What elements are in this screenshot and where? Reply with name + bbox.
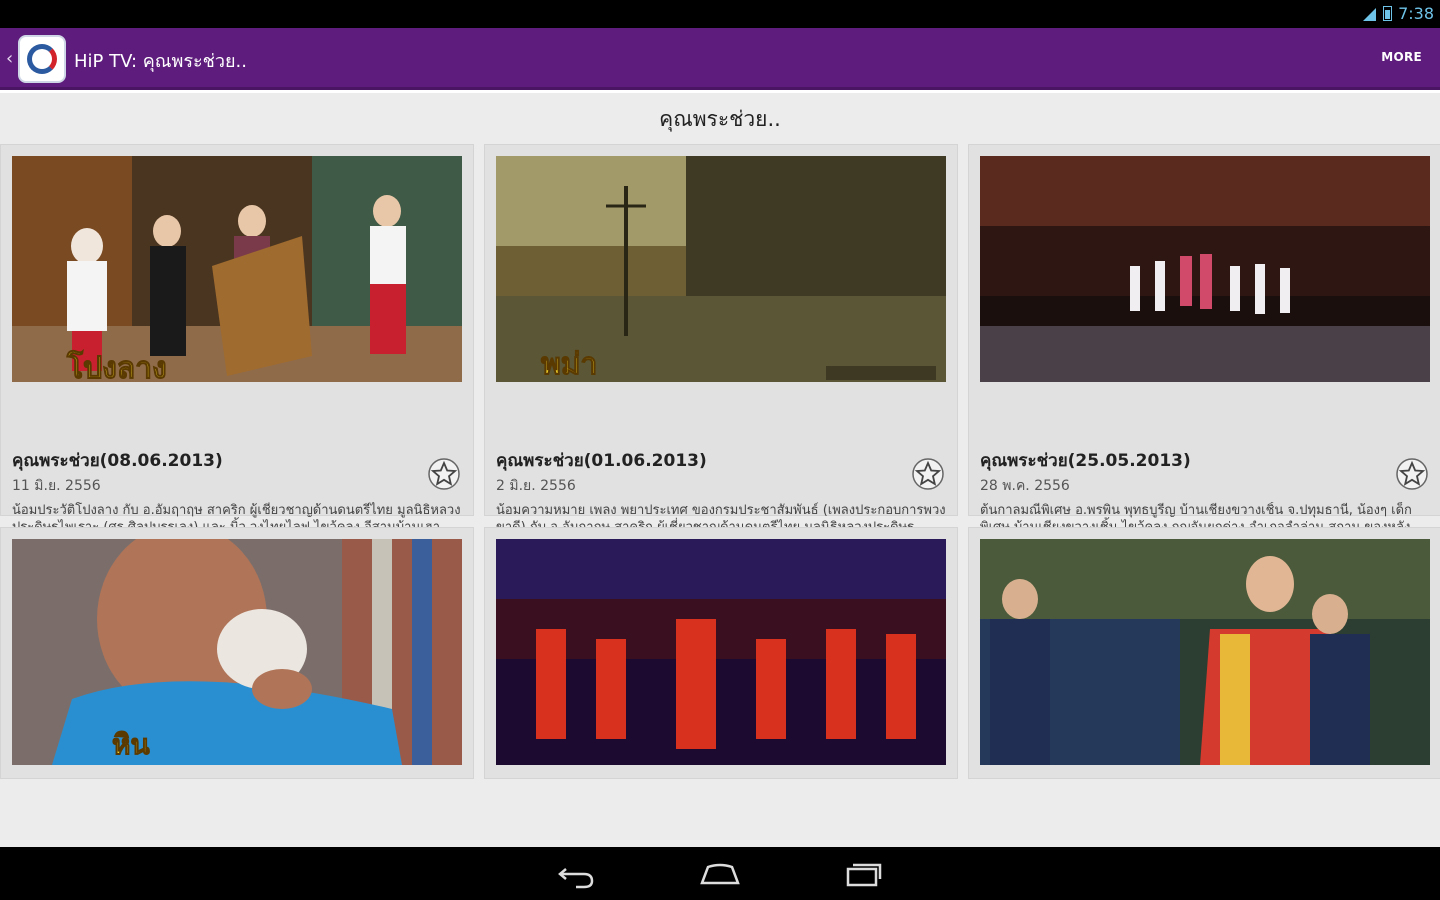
thumbnail-caption: หิน (112, 728, 150, 761)
thumbnail-caption: พม่า (541, 347, 597, 382)
video-grid: คุณพระช่วย.. โปงลาง คุณพระช่วย(08.06.201… (0, 93, 1440, 847)
thumbnail-image: หิน (12, 539, 462, 765)
video-card[interactable]: พม่า คุณพระช่วย(01.06.2013) 2 มิ.ย. 2556… (484, 144, 958, 552)
thumbnail-image: พม่า (496, 156, 946, 382)
navigation-bar (0, 847, 1440, 900)
thumbnail-image (980, 539, 1430, 765)
section-title: คุณพระช่วย.. (659, 107, 781, 131)
status-time: 7:38 (1398, 4, 1434, 23)
video-thumbnail[interactable] (980, 156, 1430, 382)
video-thumbnail[interactable] (980, 539, 1430, 765)
recents-icon[interactable] (842, 859, 886, 889)
up-navigation-icon[interactable]: ‹ (6, 48, 13, 69)
video-thumbnail[interactable]: โปงลาง (12, 156, 462, 382)
video-date: 2 มิ.ย. 2556 (496, 478, 576, 494)
video-title[interactable]: คุณพระช่วย(25.05.2013) (980, 447, 1191, 474)
thumbnail-image: โปงลาง (12, 156, 462, 382)
thumbnail-image (496, 539, 946, 765)
app-title: HiP TV: คุณพระช่วย.. (74, 51, 247, 72)
back-icon[interactable] (554, 859, 598, 889)
video-date: 11 มิ.ย. 2556 (12, 478, 101, 494)
video-card[interactable]: โปงลาง คุณพระช่วย(08.06.2013) 11 มิ.ย. 2… (0, 144, 474, 552)
video-card[interactable] (968, 527, 1440, 779)
more-button[interactable]: MORE (1381, 50, 1422, 64)
video-title[interactable]: คุณพระช่วย(01.06.2013) (496, 447, 707, 474)
video-thumbnail[interactable] (496, 539, 946, 765)
mcot-logo-icon (27, 44, 57, 74)
status-bar: 7:38 (0, 0, 1440, 28)
thumbnail-caption: โปงลาง (66, 349, 167, 382)
video-card[interactable]: คุณพระช่วย(25.05.2013) 28 พ.ค. 2556 ต้นก… (968, 144, 1440, 535)
video-date: 28 พ.ค. 2556 (980, 478, 1070, 494)
star-icon[interactable] (911, 457, 945, 491)
video-card[interactable] (484, 527, 958, 779)
star-icon[interactable] (1395, 457, 1429, 491)
video-thumbnail[interactable]: พม่า (496, 156, 946, 382)
video-title[interactable]: คุณพระช่วย(08.06.2013) (12, 447, 223, 474)
star-icon[interactable] (427, 457, 461, 491)
home-icon[interactable] (698, 859, 742, 889)
signal-icon (1363, 7, 1377, 21)
thumbnail-image (980, 156, 1430, 382)
battery-icon (1383, 6, 1393, 21)
action-bar: ‹ HiP TV: คุณพระช่วย.. MORE (0, 28, 1440, 90)
app-logo[interactable] (18, 35, 66, 83)
video-card[interactable]: หิน (0, 527, 474, 779)
video-thumbnail[interactable]: หิน (12, 539, 462, 765)
